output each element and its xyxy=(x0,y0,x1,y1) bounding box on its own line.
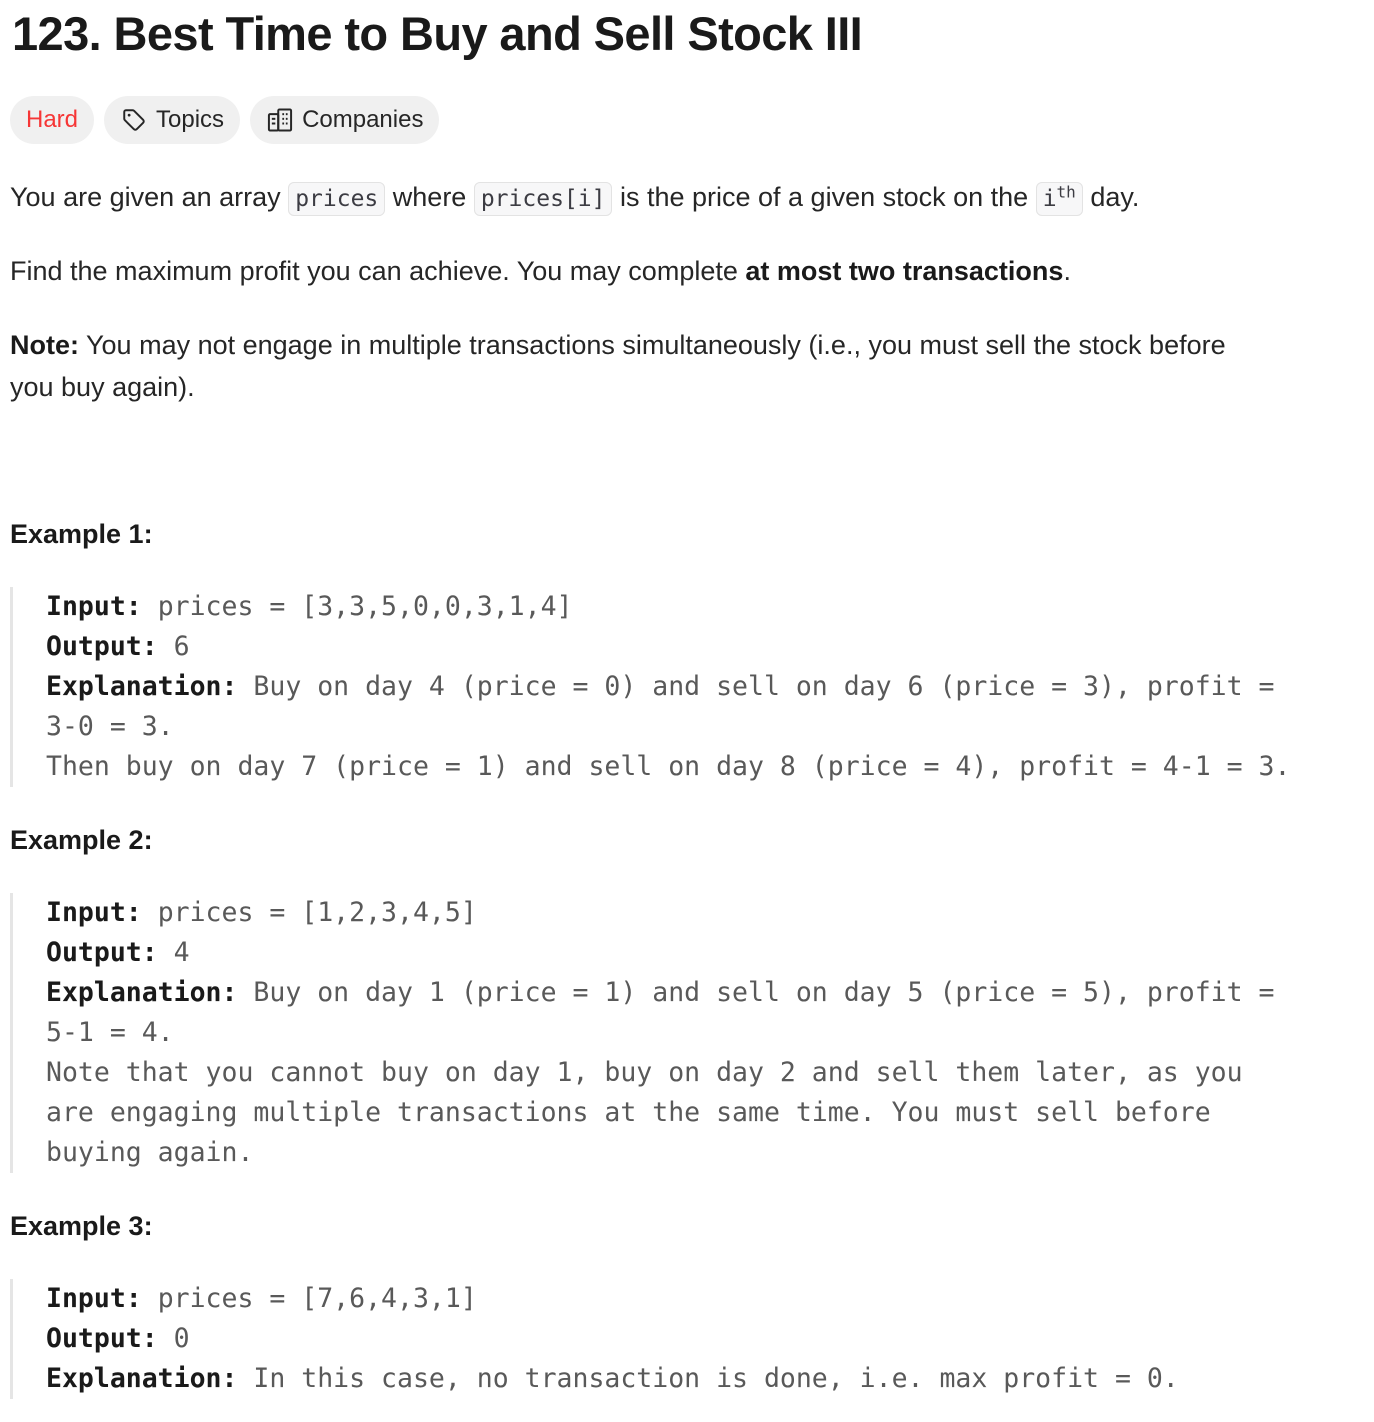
ith-base: i xyxy=(1042,186,1057,212)
difficulty-label: Hard xyxy=(26,106,79,133)
input-value: prices = [7,6,4,3,1] xyxy=(141,1283,477,1314)
companies-button[interactable]: Companies xyxy=(250,96,440,144)
ith-superscript: th xyxy=(1056,182,1076,202)
explanation-line: 3-0 = 3. xyxy=(46,711,174,742)
text-segment: is the price of a given stock on the xyxy=(612,182,1036,212)
explanation-label: Explanation: xyxy=(46,977,238,1008)
text-segment: day. xyxy=(1082,182,1140,212)
inline-code-prices: prices xyxy=(288,182,386,216)
description-paragraph-2: Find the maximum profit you can achieve.… xyxy=(10,250,1071,292)
explanation-line: Buy on day 4 (price = 0) and sell on day… xyxy=(237,671,1275,702)
text-segment: You may not engage in multiple transacti… xyxy=(79,330,1226,360)
explanation-line: are engaging multiple transactions at th… xyxy=(46,1097,1211,1128)
input-value: prices = [1,2,3,4,5] xyxy=(141,897,477,928)
output-value: 0 xyxy=(157,1323,190,1354)
input-label: Input: xyxy=(46,1283,142,1314)
example-1-title: Example 1: xyxy=(10,519,153,549)
bold-text: at most two transactions xyxy=(745,256,1064,286)
input-value: prices = [3,3,5,0,0,3,1,4] xyxy=(141,591,573,622)
description-paragraph-1: You are given an array prices where pric… xyxy=(10,176,1139,220)
example-1-block: Input: prices = [3,3,5,0,0,3,1,4] Output… xyxy=(10,587,1290,787)
topics-button[interactable]: Topics xyxy=(104,96,241,144)
input-label: Input: xyxy=(46,591,142,622)
building-icon xyxy=(266,106,294,134)
text-segment: you buy again). xyxy=(10,372,195,402)
output-label: Output: xyxy=(46,1323,158,1354)
output-label: Output: xyxy=(46,937,158,968)
output-value: 4 xyxy=(157,937,190,968)
output-value: 6 xyxy=(157,631,190,662)
topics-label: Topics xyxy=(156,106,225,133)
explanation-line: Then buy on day 7 (price = 1) and sell o… xyxy=(46,751,1291,782)
difficulty-badge[interactable]: Hard xyxy=(10,96,95,144)
explanation-line: 5-1 = 4. xyxy=(46,1017,174,1048)
explanation-line: Buy on day 1 (price = 1) and sell on day… xyxy=(237,977,1275,1008)
explanation-line: In this case, no transaction is done, i.… xyxy=(237,1363,1179,1394)
example-2-title: Example 2: xyxy=(10,825,153,855)
example-3-block: Input: prices = [7,6,4,3,1] Output: 0 Ex… xyxy=(10,1279,1179,1399)
note-label: Note: xyxy=(10,330,79,360)
problem-title: 123. Best Time to Buy and Sell Stock III xyxy=(12,7,863,60)
problem-tags: Hard Topics Companies xyxy=(10,96,440,144)
example-3-title: Example 3: xyxy=(10,1211,153,1241)
tag-icon xyxy=(120,106,148,134)
explanation-label: Explanation: xyxy=(46,1363,238,1394)
text-segment: You are given an array xyxy=(10,182,289,212)
input-label: Input: xyxy=(46,897,142,928)
problem-page: 123. Best Time to Buy and Sell Stock III… xyxy=(0,0,1374,1422)
inline-code-ith: ith xyxy=(1035,182,1083,216)
text-segment: Find the maximum profit you can achieve.… xyxy=(10,256,746,286)
output-label: Output: xyxy=(46,631,158,662)
text-segment: where xyxy=(385,182,474,212)
description-note: Note: You may not engage in multiple tra… xyxy=(10,324,1226,408)
companies-label: Companies xyxy=(302,106,424,133)
explanation-line: buying again. xyxy=(46,1137,254,1168)
explanation-line: Note that you cannot buy on day 1, buy o… xyxy=(46,1057,1243,1088)
example-2-block: Input: prices = [1,2,3,4,5] Output: 4 Ex… xyxy=(10,893,1275,1173)
explanation-label: Explanation: xyxy=(46,671,238,702)
inline-code-prices-i: prices[i] xyxy=(473,182,613,216)
text-segment: . xyxy=(1063,256,1071,286)
